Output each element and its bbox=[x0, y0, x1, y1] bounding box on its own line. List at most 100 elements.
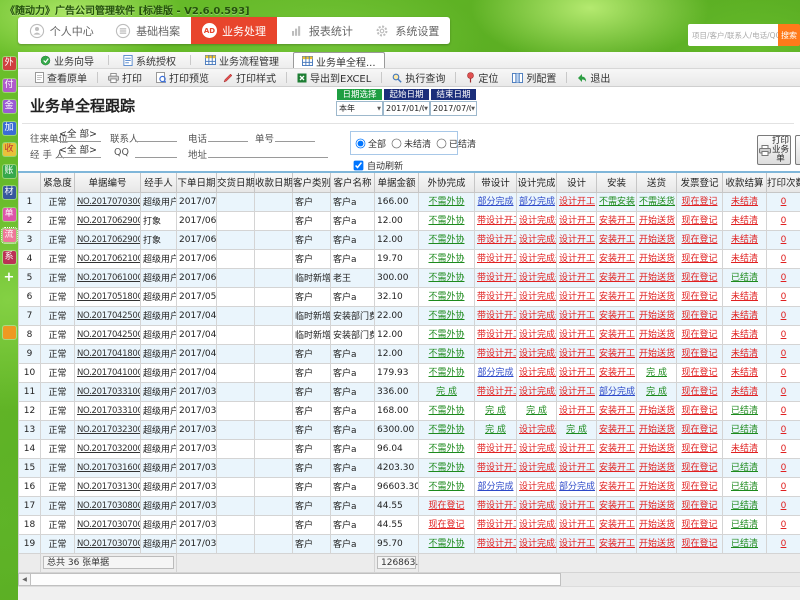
nav-item-business[interactable]: AD 业务处理 bbox=[191, 17, 277, 44]
sidebar-badge-外[interactable]: 外 bbox=[3, 57, 16, 70]
column-header[interactable]: 经手人 bbox=[141, 172, 177, 192]
status-link[interactable]: 现在登记 bbox=[681, 350, 717, 359]
column-header[interactable]: 发票登记 bbox=[677, 172, 723, 192]
status-link[interactable]: 设计开工 bbox=[559, 331, 595, 340]
status-link[interactable]: 现在登记 bbox=[681, 540, 717, 549]
status-link[interactable]: 不需外协 bbox=[428, 445, 464, 454]
status-link[interactable]: 现在登记 bbox=[681, 217, 717, 226]
status-link[interactable]: 设计开工 bbox=[559, 464, 595, 473]
status-link[interactable]: 不需外协 bbox=[428, 407, 464, 416]
status-link[interactable]: 安装开工 bbox=[599, 217, 635, 226]
status-link[interactable]: 设计完成开工 bbox=[519, 445, 557, 454]
status-link[interactable]: 开始送货 bbox=[639, 407, 675, 416]
status-link[interactable]: 已结清 bbox=[731, 540, 758, 549]
status-link[interactable]: 完 成 bbox=[566, 426, 587, 435]
status-link[interactable]: 设计完成开工 bbox=[519, 521, 557, 530]
status-link[interactable]: 现在登记 bbox=[681, 445, 717, 454]
status-link[interactable]: 设计完成开工 bbox=[519, 502, 557, 511]
status-link[interactable]: 现在登记 bbox=[681, 236, 717, 245]
status-link[interactable]: 现在登记 bbox=[681, 331, 717, 340]
status-link[interactable]: 带设计开工 bbox=[477, 464, 517, 473]
view-original-button[interactable]: 查看原单 bbox=[28, 70, 94, 86]
status-link[interactable]: 带设计开工 bbox=[477, 540, 517, 549]
nav-item-archives[interactable]: 基础档案 bbox=[104, 17, 190, 44]
sidebar-badge-金[interactable]: 金 bbox=[3, 100, 16, 113]
status-link[interactable]: 现在登记 bbox=[681, 369, 717, 378]
status-link[interactable]: 现在登记 bbox=[681, 464, 717, 473]
column-header[interactable]: 紧急度 bbox=[41, 172, 75, 192]
status-link[interactable]: 带设计开工 bbox=[477, 388, 517, 397]
radio-all[interactable]: 全部 bbox=[354, 137, 386, 150]
status-link[interactable]: 已结清 bbox=[731, 426, 758, 435]
status-link[interactable]: 开始送货 bbox=[639, 426, 675, 435]
status-link[interactable]: 带设计开工 bbox=[477, 255, 517, 264]
sidebar-badge-系[interactable]: 系 bbox=[3, 251, 16, 264]
status-link[interactable]: 完 成 bbox=[646, 388, 667, 397]
sidebar-badge-+[interactable]: + bbox=[3, 272, 16, 285]
end-date-select[interactable]: 2017/07/04▼ bbox=[430, 101, 477, 116]
status-link[interactable]: 设计开工 bbox=[559, 217, 595, 226]
scrollbar-thumb[interactable] bbox=[31, 573, 561, 586]
status-link[interactable]: 现在登记 bbox=[428, 521, 464, 530]
status-link[interactable]: 0 bbox=[781, 217, 787, 226]
order-no-link[interactable]: NO.201703070006 bbox=[77, 539, 141, 549]
order-no-link[interactable]: NO.201703310001 bbox=[77, 406, 141, 416]
status-link[interactable]: 设计完成开工 bbox=[519, 274, 557, 283]
order-no-link[interactable]: NO.201707030001 bbox=[77, 197, 141, 207]
column-header[interactable]: 外协完成 bbox=[419, 172, 475, 192]
status-link[interactable]: 0 bbox=[781, 236, 787, 245]
status-link[interactable]: 开始送货 bbox=[639, 274, 675, 283]
status-link[interactable]: 设计完成开工 bbox=[519, 540, 557, 549]
status-link[interactable]: 部分完成 bbox=[477, 198, 513, 207]
status-link[interactable]: 已结清 bbox=[731, 483, 758, 492]
status-link[interactable]: 现在登记 bbox=[681, 255, 717, 264]
order-no-link[interactable]: NO.201703160001 bbox=[77, 463, 141, 473]
order-no-link[interactable]: NO.201704250001 bbox=[77, 330, 141, 340]
contact-field[interactable] bbox=[135, 129, 177, 142]
status-link[interactable]: 完 成 bbox=[485, 407, 506, 416]
status-link[interactable]: 现在登记 bbox=[681, 198, 717, 207]
status-link[interactable]: 未结清 bbox=[731, 312, 758, 321]
status-link[interactable]: 部分完成 bbox=[519, 198, 555, 207]
status-link[interactable]: 带设计开工 bbox=[477, 293, 517, 302]
sidebar-badge-extra[interactable] bbox=[3, 326, 16, 339]
status-link[interactable]: 安装开工 bbox=[599, 483, 635, 492]
status-link[interactable]: 开始送货 bbox=[639, 464, 675, 473]
status-link[interactable]: 开始送货 bbox=[639, 350, 675, 359]
status-link[interactable]: 设计开工 bbox=[559, 502, 595, 511]
menu-item-flow-management[interactable]: 业务流程管理 bbox=[197, 52, 287, 68]
status-link[interactable]: 现在登记 bbox=[681, 293, 717, 302]
column-header[interactable]: 设计完成 bbox=[517, 172, 557, 192]
status-link[interactable]: 开始送货 bbox=[639, 483, 675, 492]
menu-item-wizard[interactable]: 业务向导 bbox=[32, 52, 102, 68]
column-config-button[interactable]: 列配置 bbox=[505, 70, 563, 86]
status-link[interactable]: 设计开工 bbox=[559, 255, 595, 264]
status-link[interactable]: 未结清 bbox=[731, 369, 758, 378]
status-link[interactable]: 不需外协 bbox=[428, 350, 464, 359]
status-link[interactable]: 不需外协 bbox=[428, 293, 464, 302]
status-link[interactable]: 0 bbox=[781, 464, 787, 473]
status-link[interactable]: 现在登记 bbox=[681, 274, 717, 283]
status-link[interactable]: 部分完成 bbox=[477, 483, 513, 492]
date-range-select[interactable]: 本年▼ bbox=[336, 101, 383, 116]
horizontal-scrollbar[interactable]: ◀ bbox=[18, 573, 800, 586]
status-link[interactable]: 0 bbox=[781, 502, 787, 511]
status-link[interactable]: 0 bbox=[781, 407, 787, 416]
status-link[interactable]: 带设计开工 bbox=[477, 350, 517, 359]
status-link[interactable]: 设计开工 bbox=[559, 274, 595, 283]
status-link[interactable]: 安装开工 bbox=[599, 350, 635, 359]
order-no-link[interactable]: NO.201703200001 bbox=[77, 444, 141, 454]
status-link[interactable]: 现在登记 bbox=[681, 483, 717, 492]
status-link[interactable]: 开始送货 bbox=[639, 445, 675, 454]
column-header[interactable]: 单据金额 bbox=[375, 172, 419, 192]
status-link[interactable]: 安装开工 bbox=[599, 255, 635, 264]
status-link[interactable]: 设计完成开工 bbox=[519, 464, 557, 473]
status-link[interactable]: 安装开工 bbox=[599, 312, 635, 321]
status-link[interactable]: 安装开工 bbox=[599, 464, 635, 473]
status-link[interactable]: 现在登记 bbox=[428, 502, 464, 511]
status-link[interactable]: 安装开工 bbox=[599, 293, 635, 302]
sidebar-badge-付[interactable]: 付 bbox=[3, 79, 16, 92]
status-link[interactable]: 设计完成开工 bbox=[519, 350, 557, 359]
status-link[interactable]: 开始送货 bbox=[639, 217, 675, 226]
status-link[interactable]: 完 成 bbox=[646, 369, 667, 378]
